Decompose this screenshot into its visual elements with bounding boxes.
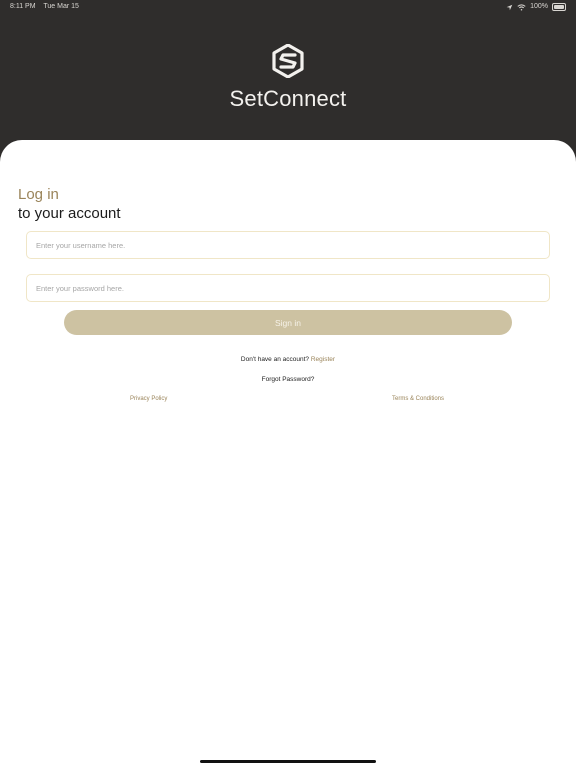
battery-percent: 100% (530, 3, 548, 10)
login-title: Log in (18, 186, 59, 203)
status-date: Tue Mar 15 (43, 3, 79, 10)
register-row: Don't have an account? Register (0, 356, 576, 363)
forgot-password-link[interactable]: Forgot Password? (0, 376, 576, 383)
terms-link[interactable]: Terms & Conditions (392, 396, 444, 402)
home-indicator (200, 760, 376, 763)
battery-icon (552, 3, 566, 11)
status-right: 100% (506, 0, 566, 14)
password-input[interactable] (27, 275, 549, 301)
setconnect-logo-icon (272, 44, 304, 78)
status-time: 8:11 PM (10, 3, 36, 10)
privacy-policy-link[interactable]: Privacy Policy (130, 396, 167, 402)
register-link[interactable]: Register (311, 356, 335, 363)
password-field[interactable] (26, 274, 550, 302)
username-field[interactable] (26, 231, 550, 259)
location-arrow-icon (506, 4, 513, 10)
app-title: SetConnect (229, 86, 347, 111)
status-left: 8:11 PM Tue Mar 15 (10, 0, 85, 14)
wifi-icon (517, 3, 526, 10)
username-input[interactable] (27, 232, 549, 258)
sign-in-button[interactable]: Sign in (64, 310, 512, 335)
login-subtitle: to your account (18, 205, 121, 222)
no-account-text: Don't have an account? (240, 356, 310, 363)
status-bar: 8:11 PM Tue Mar 15 100% (0, 0, 576, 14)
